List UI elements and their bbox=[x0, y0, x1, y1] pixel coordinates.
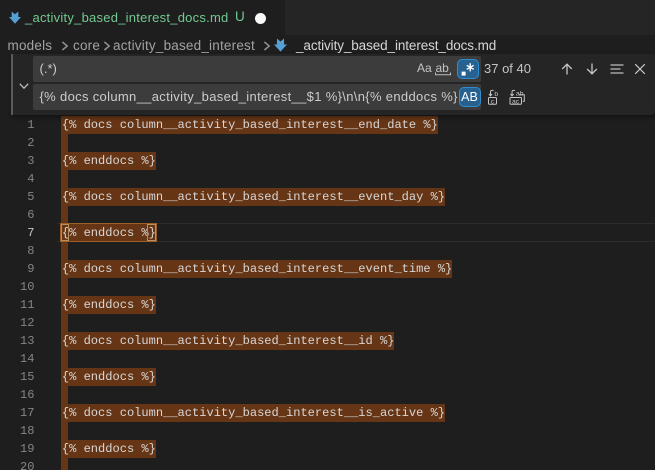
svg-text:b: b bbox=[494, 91, 498, 98]
svg-text:c: c bbox=[491, 98, 495, 105]
svg-text:ab: ab bbox=[516, 91, 524, 98]
svg-text:ac: ac bbox=[512, 98, 520, 105]
